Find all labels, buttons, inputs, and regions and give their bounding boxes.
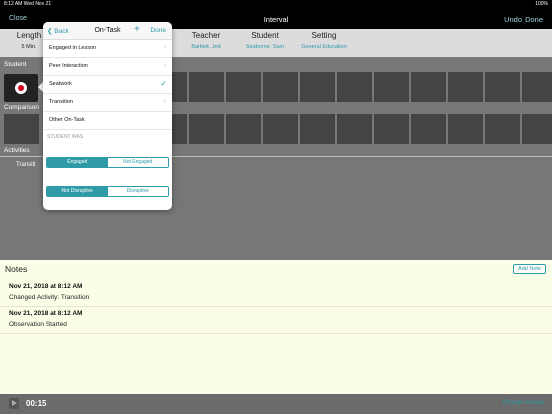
- comparison-interval-cell[interactable]: [4, 114, 39, 144]
- comparison-interval-cell[interactable]: [337, 114, 372, 144]
- student-info: Student Seaborne, Sam: [236, 31, 294, 50]
- note-item[interactable]: Nov 21, 2018 at 8:12 AM Changed Activity…: [0, 280, 552, 307]
- teacher-header: Teacher: [191, 31, 221, 40]
- timer-display: 00:15: [26, 399, 47, 408]
- student-interval-cell[interactable]: [374, 72, 409, 102]
- length-value: 5 Min.: [21, 44, 37, 50]
- option-seatwork[interactable]: Seatwork ✓: [43, 76, 172, 94]
- comparison-interval-cell[interactable]: [226, 114, 261, 144]
- note-date: Nov 21, 2018 at 8:12 AM: [9, 283, 83, 290]
- option-other-on-task[interactable]: Other On-Task: [43, 112, 172, 130]
- record-button[interactable]: [4, 74, 38, 102]
- battery-indicator: 100%: [535, 1, 548, 7]
- activities-section-label: Activities: [4, 147, 30, 154]
- engagement-segmented-control: Engaged Not Engaged: [46, 157, 169, 168]
- chevron-right-icon: ›: [163, 98, 166, 105]
- chevron-right-icon: ›: [163, 44, 166, 51]
- comparison-interval-cell[interactable]: [522, 114, 552, 144]
- comparison-section-label: Comparison: [4, 104, 40, 111]
- notes-title: Notes: [5, 264, 28, 274]
- note-item[interactable]: Nov 21, 2018 at 8:12 AM Observation Star…: [0, 307, 552, 334]
- teacher-info: Teacher Bartlett, Jed: [180, 31, 232, 50]
- chevron-right-icon: ›: [163, 62, 166, 69]
- note-text: Observation Started: [9, 321, 67, 328]
- activity-label: Transiti: [16, 162, 36, 168]
- comparison-interval-cell[interactable]: [300, 114, 335, 144]
- teacher-value[interactable]: Bartlett, Jed: [180, 44, 232, 50]
- play-icon[interactable]: [9, 398, 19, 409]
- note-date: Nov 21, 2018 at 8:12 AM: [9, 310, 83, 317]
- note-text: Changed Activity: Transition: [9, 294, 90, 301]
- student-interval-cell[interactable]: [448, 72, 483, 102]
- option-label: Seatwork: [49, 81, 72, 87]
- engaged-segment[interactable]: Engaged: [47, 158, 108, 167]
- checkmark-icon: ✓: [160, 79, 167, 88]
- undo-button[interactable]: Undo: [504, 15, 522, 24]
- comparison-interval-cell[interactable]: [411, 114, 446, 144]
- student-interval-cell[interactable]: [522, 72, 552, 102]
- disruption-segmented-control: Not Disruptive Disruptive: [46, 186, 169, 197]
- setting-info: Setting General Education: [294, 31, 354, 50]
- student-header: Student: [251, 31, 279, 40]
- popover-done-button[interactable]: Done: [150, 27, 166, 34]
- not-disruptive-segment[interactable]: Not Disruptive: [47, 187, 108, 196]
- popover-header: ❮ Back On-Task + Done: [43, 22, 172, 40]
- student-value[interactable]: Seaborne, Sam: [236, 44, 294, 50]
- option-label: Peer Interaction: [49, 63, 88, 69]
- student-interval-cell[interactable]: [189, 72, 224, 102]
- not-engaged-segment[interactable]: Not Engaged: [107, 158, 168, 167]
- status-bar: 8:12 AM Wed Nov 21 100%: [0, 0, 552, 9]
- comparison-interval-cell[interactable]: [189, 114, 224, 144]
- option-peer-interaction[interactable]: Peer Interaction ›: [43, 58, 172, 76]
- setting-header: Setting: [311, 31, 337, 40]
- comparison-interval-cell[interactable]: [374, 114, 409, 144]
- student-interval-cell[interactable]: [300, 72, 335, 102]
- option-engaged-in-lesson[interactable]: Engaged in Lesson ›: [43, 40, 172, 58]
- change-activity-button[interactable]: Change Activity: [503, 400, 544, 406]
- option-label: Engaged in Lesson: [49, 45, 97, 51]
- student-was-label: STUDENT WAS: [47, 134, 84, 140]
- comparison-interval-cell[interactable]: [448, 114, 483, 144]
- length-header: Length: [16, 31, 42, 40]
- done-button[interactable]: Done: [525, 15, 543, 24]
- option-label: Transition: [49, 99, 73, 105]
- student-interval-cell[interactable]: [226, 72, 261, 102]
- option-label: Other On-Task: [49, 117, 85, 123]
- student-interval-cell[interactable]: [485, 72, 520, 102]
- on-task-popover: ❮ Back On-Task + Done Engaged in Lesson …: [43, 22, 172, 210]
- bottom-toolbar: 00:15 Change Activity: [0, 394, 552, 414]
- add-note-button[interactable]: Add Note: [513, 264, 546, 274]
- student-interval-cell[interactable]: [263, 72, 298, 102]
- length-info: Length 5 Min.: [14, 31, 44, 50]
- status-time: 8:12 AM Wed Nov 21: [4, 1, 52, 7]
- add-icon[interactable]: +: [134, 24, 140, 35]
- disruptive-segment[interactable]: Disruptive: [107, 187, 168, 196]
- notes-panel: Notes Add Note Nov 21, 2018 at 8:12 AM C…: [0, 260, 552, 394]
- student-interval-cell[interactable]: [411, 72, 446, 102]
- setting-value[interactable]: General Education: [294, 44, 354, 50]
- option-transition[interactable]: Transition ›: [43, 94, 172, 112]
- record-icon: [15, 82, 27, 94]
- comparison-interval-cell[interactable]: [485, 114, 520, 144]
- student-section-label: Student: [4, 61, 27, 68]
- comparison-interval-cell[interactable]: [263, 114, 298, 144]
- student-interval-cell[interactable]: [337, 72, 372, 102]
